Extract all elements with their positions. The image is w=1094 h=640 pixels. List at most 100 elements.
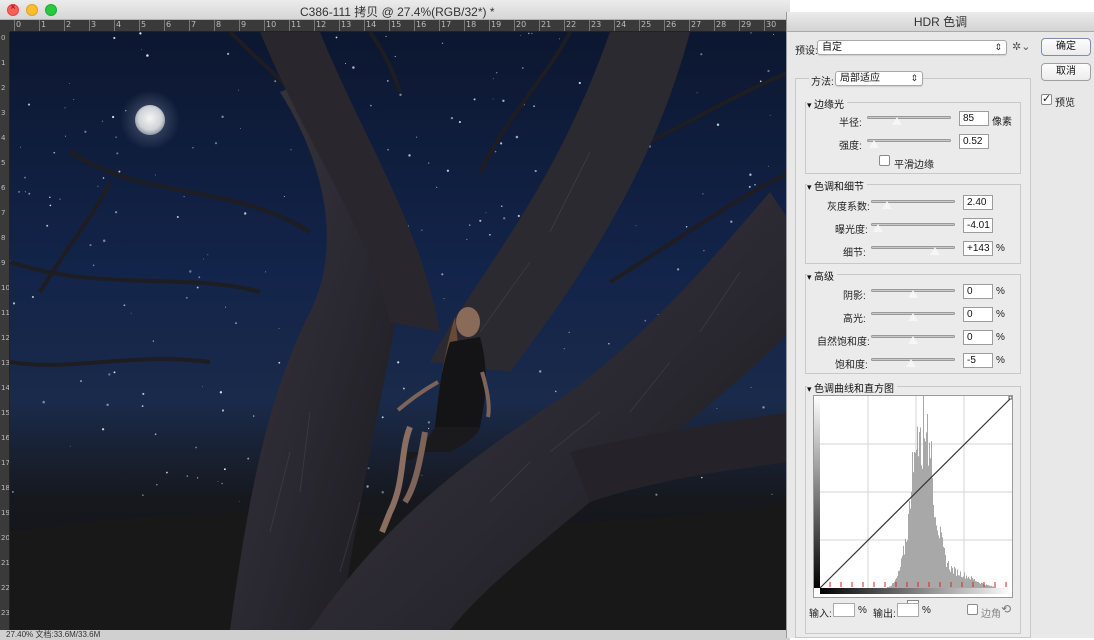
- strength-slider[interactable]: [867, 139, 951, 142]
- ruler-tick-label: 16: [1, 434, 10, 442]
- radius-label: 半径:: [839, 118, 862, 129]
- corner-checkbox[interactable]: [967, 604, 978, 615]
- exposure-label: 曝光度:: [835, 225, 868, 236]
- smooth-edges-checkbox[interactable]: [879, 155, 890, 166]
- ruler-tick-label: 1: [38, 20, 47, 31]
- tone-curve-histogram[interactable]: [813, 395, 1013, 598]
- ruler-tick-label: 17: [1, 459, 10, 467]
- ruler-tick-label: 14: [363, 20, 377, 31]
- ruler-tick-label: 16: [413, 20, 427, 31]
- method-value: 局部适应: [840, 73, 880, 84]
- shadow-unit: %: [996, 286, 1005, 297]
- ruler-tick-label: 29: [738, 20, 752, 31]
- ruler-tick-label: 3: [1, 109, 6, 117]
- detail-slider[interactable]: [871, 246, 955, 249]
- saturation-slider-thumb[interactable]: [905, 358, 917, 368]
- input-field[interactable]: [833, 603, 855, 617]
- ruler-tick-label: 23: [1, 609, 10, 617]
- minimize-window-button[interactable]: [26, 4, 38, 16]
- preset-value: 自定: [822, 42, 842, 53]
- ruler-tick-label: 10: [1, 284, 10, 292]
- gamma-input[interactable]: 2.40: [963, 195, 993, 210]
- ruler-tick-label: 20: [513, 20, 527, 31]
- highlight-slider-thumb[interactable]: [907, 312, 919, 322]
- ruler-tick-label: 25: [638, 20, 652, 31]
- select-arrows-icon: ⇕: [910, 73, 918, 83]
- ruler-tick-label: 23: [588, 20, 602, 31]
- tone-detail-title[interactable]: 色调和细节: [807, 178, 868, 193]
- vertical-ruler[interactable]: 0 1 2 3 4 5 6 7 8 9 10 11 12 13 14 15 16 17 18 19 20 21 22 23: [0, 32, 10, 630]
- ruler-tick-label: 2: [63, 20, 72, 31]
- ruler-origin[interactable]: [0, 20, 10, 32]
- ruler-tick-label: 12: [1, 334, 10, 342]
- ruler-tick-label: 6: [163, 20, 172, 31]
- cancel-button[interactable]: 取消: [1041, 63, 1091, 81]
- exposure-input[interactable]: -4.01: [963, 218, 993, 233]
- output-field[interactable]: [897, 603, 919, 617]
- reset-curve-icon[interactable]: ⟲: [1001, 602, 1011, 616]
- ruler-tick-label: 22: [1, 584, 10, 592]
- ruler-tick-label: 18: [463, 20, 477, 31]
- detail-slider-thumb[interactable]: [929, 246, 941, 256]
- detail-input[interactable]: +143: [963, 241, 993, 256]
- ok-button[interactable]: 确定: [1041, 38, 1091, 56]
- radius-input[interactable]: 85: [959, 111, 989, 126]
- ruler-tick-label: 11: [1, 309, 10, 317]
- smooth-edges-label: 平滑边缘: [894, 160, 934, 171]
- ruler-tick-label: 9: [238, 20, 247, 31]
- highlight-unit: %: [996, 309, 1005, 320]
- ruler-tick-label: 18: [1, 484, 10, 492]
- close-window-button[interactable]: [7, 2, 19, 16]
- ruler-tick-label: 21: [1, 559, 10, 567]
- curve-histogram-title[interactable]: 色调曲线和直方图: [807, 380, 898, 395]
- preset-options-gear-icon[interactable]: ✲⌄: [1012, 40, 1030, 53]
- gamma-slider-thumb[interactable]: [881, 200, 893, 210]
- zoom-window-button[interactable]: [45, 4, 57, 16]
- edge-glow-title[interactable]: 边缘光: [807, 96, 848, 111]
- dialog-title: HDR 色调: [787, 12, 1094, 32]
- highlight-input[interactable]: 0: [963, 307, 993, 322]
- ruler-tick-label: 4: [113, 20, 122, 31]
- vibrance-input[interactable]: 0: [963, 330, 993, 345]
- input-unit: %: [858, 605, 867, 616]
- radius-slider-thumb[interactable]: [891, 116, 903, 126]
- ruler-tick-label: 3: [88, 20, 97, 31]
- ruler-tick-label: 0: [13, 20, 22, 31]
- saturation-input[interactable]: -5: [963, 353, 993, 368]
- corner-label: 边角: [981, 609, 1001, 620]
- ruler-tick-label: 19: [1, 509, 10, 517]
- ruler-tick-label: 5: [138, 20, 147, 31]
- method-select[interactable]: 局部适应 ⇕: [835, 71, 923, 86]
- detail-label: 细节:: [843, 248, 866, 259]
- strength-slider-thumb[interactable]: [868, 139, 880, 149]
- ruler-tick-label: 20: [1, 534, 10, 542]
- ruler-tick-label: 28: [713, 20, 727, 31]
- preview-checkbox[interactable]: [1041, 92, 1052, 105]
- advanced-title[interactable]: 高级: [807, 268, 838, 283]
- exposure-slider-thumb[interactable]: [872, 223, 884, 233]
- horizontal-ruler[interactable]: 0 1 2 3 4 5 6 7 8 9 10 11 12 13 14 15 16 17 18 19 20 21 22 23 24…: [10, 20, 790, 32]
- ruler-tick-label: 19: [488, 20, 502, 31]
- ruler-tick-label: 21: [538, 20, 552, 31]
- saturation-label: 饱和度:: [835, 360, 868, 371]
- image-canvas[interactable]: [10, 32, 790, 630]
- document-titlebar: C386-111 拷贝 @ 27.4%(RGB/32*) *: [0, 0, 790, 20]
- ruler-tick-label: 30: [763, 20, 777, 31]
- exposure-slider[interactable]: [871, 223, 955, 226]
- vibrance-slider-thumb[interactable]: [907, 335, 919, 345]
- shadow-slider-thumb[interactable]: [907, 289, 919, 299]
- document-status-bar: 27.40% 文档:33.6M/33.6M: [0, 630, 790, 640]
- radius-slider[interactable]: [867, 116, 951, 119]
- preset-select[interactable]: 自定 ⇕: [817, 40, 1007, 55]
- shadow-input[interactable]: 0: [963, 284, 993, 299]
- ruler-tick-label: 12: [313, 20, 327, 31]
- ruler-tick-label: 4: [1, 134, 6, 142]
- preset-label: 预设:: [795, 46, 818, 57]
- strength-input[interactable]: 0.52: [959, 134, 989, 149]
- ruler-tick-label: 17: [438, 20, 452, 31]
- strength-label: 强度:: [839, 141, 862, 152]
- ruler-tick-label: 24: [613, 20, 627, 31]
- ruler-tick-label: 6: [1, 184, 6, 192]
- ruler-tick-label: 7: [188, 20, 197, 31]
- ruler-tick-label: 22: [563, 20, 577, 31]
